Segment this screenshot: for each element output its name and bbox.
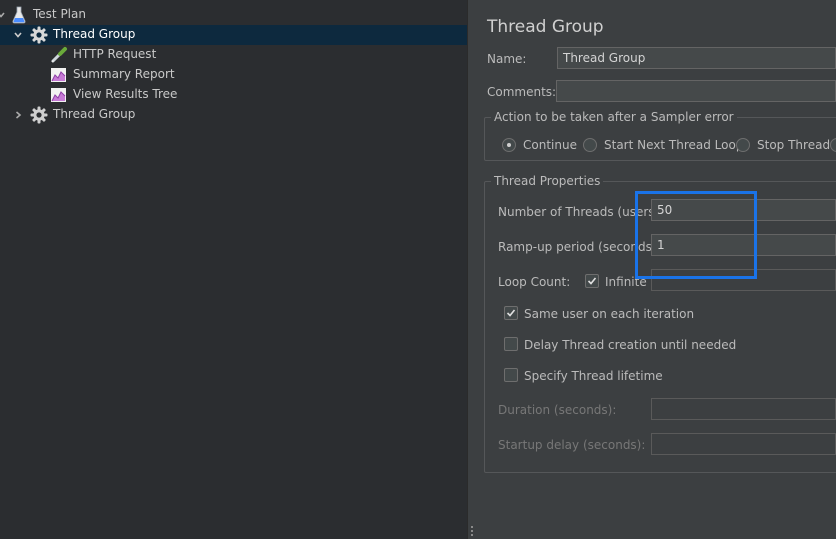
check-icon (506, 309, 516, 317)
name-field[interactable]: Thread Group (557, 47, 836, 69)
loop-count-label: Loop Count: (498, 275, 571, 289)
continue-radio[interactable] (502, 138, 516, 152)
tree-label: Test Plan (33, 7, 86, 21)
test-plan-tree[interactable]: Test Plan Thread Group HTTP Request Summ… (0, 0, 467, 539)
startup-delay-label: Startup delay (seconds): (498, 438, 646, 452)
comments-field[interactable] (556, 80, 836, 102)
duration-label: Duration (seconds): (498, 403, 617, 417)
thread-lifetime-label[interactable]: Specify Thread lifetime (524, 369, 663, 383)
stop-thread-label[interactable]: Stop Thread (757, 138, 830, 152)
stop-thread-radio[interactable] (736, 138, 750, 152)
tree-label: View Results Tree (73, 87, 178, 101)
tree-item-view-results-tree[interactable]: View Results Tree (0, 85, 467, 105)
chevron-down-icon[interactable] (12, 29, 24, 41)
thread-lifetime-checkbox[interactable] (504, 368, 518, 382)
tree-item-thread-group[interactable]: Thread Group (0, 105, 467, 125)
tree-item-summary-report[interactable]: Summary Report (0, 65, 467, 85)
continue-label[interactable]: Continue (523, 138, 577, 152)
tree-label: Thread Group (53, 107, 136, 121)
tree-label: Summary Report (73, 67, 175, 81)
same-user-checkbox[interactable] (504, 306, 518, 320)
sampler-error-title: Action to be taken after a Sampler error (491, 110, 737, 124)
gear-icon (30, 106, 48, 124)
tree-item-thread-group-selected[interactable]: Thread Group (0, 25, 467, 45)
pipette-icon (50, 46, 68, 64)
name-label: Name: (487, 52, 527, 66)
delay-creation-label[interactable]: Delay Thread creation until needed (524, 338, 736, 352)
chevron-down-icon[interactable] (0, 9, 7, 21)
highlight-box (635, 191, 757, 279)
chart-icon (50, 66, 68, 84)
chevron-right-icon[interactable] (12, 109, 24, 121)
start-next-loop-radio[interactable] (583, 138, 597, 152)
chart-icon (50, 86, 68, 104)
flask-icon (11, 6, 29, 24)
tree-item-test-plan[interactable]: Test Plan (0, 5, 467, 25)
duration-field[interactable] (651, 398, 836, 420)
comments-label: Comments: (487, 85, 557, 99)
splitter-grip-icon[interactable] (471, 526, 473, 539)
infinite-checkbox[interactable] (585, 274, 599, 288)
tree-label: HTTP Request (73, 47, 157, 61)
tree-label: Thread Group (53, 27, 136, 41)
check-icon (587, 277, 597, 285)
delay-creation-checkbox[interactable] (504, 337, 518, 351)
tree-item-http-request[interactable]: HTTP Request (0, 45, 467, 65)
gear-icon (30, 26, 48, 44)
startup-delay-field[interactable] (651, 433, 836, 455)
same-user-label[interactable]: Same user on each iteration (524, 307, 694, 321)
thread-properties-title: Thread Properties (491, 174, 604, 188)
page-title: Thread Group (487, 17, 604, 37)
start-next-loop-label[interactable]: Start Next Thread Loop (604, 138, 743, 152)
